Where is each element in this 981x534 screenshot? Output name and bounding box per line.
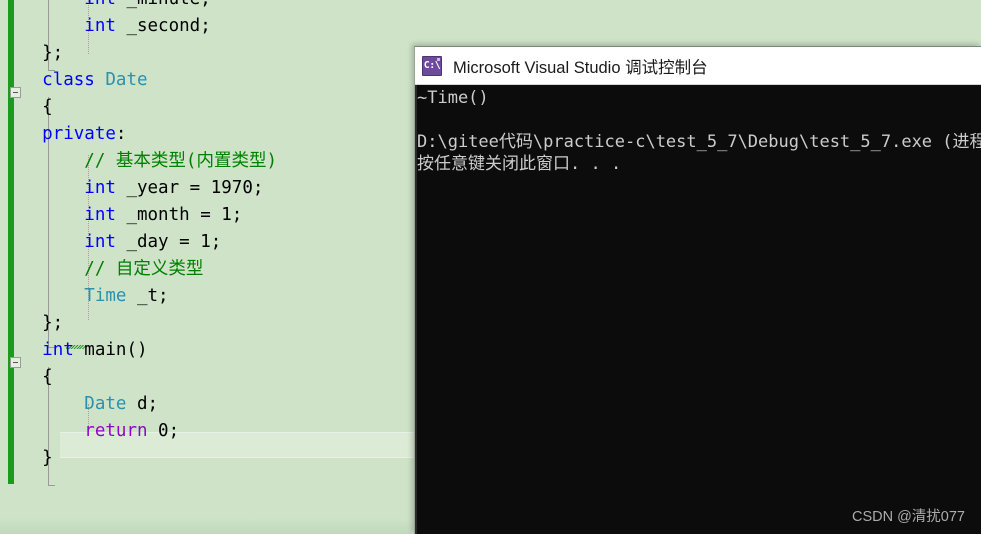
- code-line[interactable]: // 基本类型(内置类型): [0, 148, 277, 175]
- code-line[interactable]: int _minute;: [0, 0, 210, 13]
- code-line[interactable]: class Date: [0, 67, 148, 94]
- code-line[interactable]: int _second;: [0, 13, 211, 40]
- code-line[interactable]: Time _t;: [0, 283, 169, 310]
- code-token: };: [0, 313, 64, 333]
- code-token: _t;: [126, 286, 169, 306]
- code-token: }: [0, 448, 53, 468]
- code-token: int: [84, 16, 116, 36]
- code-token: :: [115, 124, 127, 144]
- code-line[interactable]: int _day = 1;: [0, 229, 221, 256]
- console-cmd-icon: C:\: [422, 55, 442, 76]
- screenshot-root: int _minute; int _second; }; class Date …: [0, 0, 981, 534]
- debug-console-window[interactable]: C:\ Microsoft Visual Studio 调试控制台 ~Time(…: [414, 46, 981, 534]
- code-token: int: [84, 205, 116, 225]
- code-token: _month = 1;: [115, 205, 243, 225]
- console-title-bar[interactable]: C:\ Microsoft Visual Studio 调试控制台: [415, 47, 981, 85]
- code-token: {: [0, 97, 53, 117]
- code-token: int: [84, 0, 116, 13]
- console-output-area[interactable]: ~Time() D:\gitee代码\practice-c\test_5_7\De…: [415, 85, 981, 534]
- code-token: Date: [105, 70, 148, 90]
- console-icon-accent-dot: [437, 57, 440, 61]
- outline-rail-foot-main: [48, 485, 55, 486]
- code-line[interactable]: };: [0, 40, 63, 67]
- console-output-line: D:\gitee代码\practice-c\test_5_7\Debug\tes…: [417, 132, 981, 152]
- code-line[interactable]: }: [0, 445, 53, 472]
- code-token: {: [0, 367, 53, 387]
- code-line[interactable]: // 自定义类型: [0, 256, 203, 283]
- code-token: private: [42, 124, 116, 144]
- csdn-watermark: CSDN @清扰077: [851, 509, 965, 525]
- code-token: Date: [84, 394, 127, 414]
- code-line[interactable]: {: [0, 364, 53, 391]
- code-token: // 基本类型(内置类型): [84, 151, 277, 171]
- code-token: _minute;: [116, 0, 210, 13]
- code-token: class: [42, 70, 95, 90]
- console-output-line: ~Time(): [417, 88, 489, 108]
- code-token: _second;: [115, 16, 211, 36]
- code-token: d;: [126, 394, 159, 414]
- code-token: Time: [84, 286, 127, 306]
- console-title-label: Microsoft Visual Studio 调试控制台: [453, 58, 708, 77]
- code-line[interactable]: {: [0, 94, 53, 121]
- code-token: // 自定义类型: [84, 259, 204, 279]
- code-token: int: [42, 340, 74, 360]
- code-line[interactable]: int _year = 1970;: [0, 175, 263, 202]
- code-token: int: [84, 178, 116, 198]
- code-token: 0;: [147, 421, 180, 441]
- code-token: main(): [73, 340, 148, 360]
- code-token: int: [84, 232, 116, 252]
- code-line[interactable]: Date d;: [0, 391, 158, 418]
- code-token: _day = 1;: [115, 232, 222, 252]
- console-output-line: 按任意键关闭此窗口. . .: [417, 154, 622, 174]
- code-line[interactable]: private:: [0, 121, 126, 148]
- code-token: };: [0, 43, 64, 63]
- code-line[interactable]: int _month = 1;: [0, 202, 242, 229]
- code-token: _year = 1970;: [115, 178, 264, 198]
- code-line[interactable]: int main(): [0, 337, 148, 364]
- code-token: return: [84, 421, 148, 441]
- code-line[interactable]: return 0;: [0, 418, 179, 445]
- code-line[interactable]: };: [0, 310, 63, 337]
